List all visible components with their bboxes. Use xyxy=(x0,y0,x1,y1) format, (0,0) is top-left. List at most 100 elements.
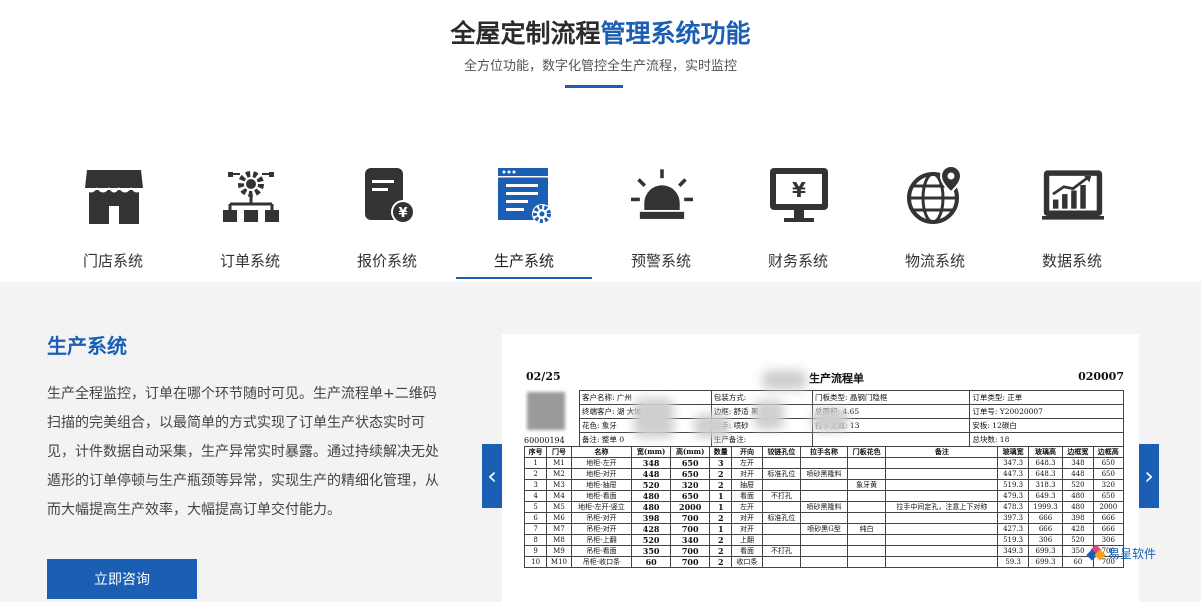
table-cell: M7 xyxy=(546,523,572,535)
table-cell xyxy=(885,468,999,480)
table-cell: 看面 xyxy=(731,490,763,502)
table-cell: 480 xyxy=(1062,490,1094,502)
table-cell: 649.3 xyxy=(1027,490,1064,502)
table-cell: 700 xyxy=(670,556,711,568)
table-cell: 左开 xyxy=(731,457,763,469)
tab-alarm[interactable]: 预警系统 xyxy=(593,160,729,280)
tab-production[interactable]: 生产系统 xyxy=(456,160,592,280)
column-header: 边框高 xyxy=(1092,446,1125,458)
table-cell xyxy=(800,512,848,524)
section-title: 生产系统 xyxy=(47,334,127,358)
table-cell: 520 xyxy=(631,534,672,546)
table-cell xyxy=(846,534,887,546)
tab-label: 预警系统 xyxy=(630,252,691,270)
table-cell: 666 xyxy=(1092,523,1125,535)
column-header: 序号 xyxy=(523,446,548,458)
tab-label: 报价系统 xyxy=(356,252,417,270)
table-cell: M8 xyxy=(546,534,572,546)
table-cell: 地柜-看面 xyxy=(570,490,633,502)
table-cell: 5 xyxy=(523,501,548,513)
table-cell: 398 xyxy=(631,512,672,524)
table-cell xyxy=(846,468,887,480)
table-cell: 标准孔位 xyxy=(761,512,802,524)
table-cell: 左开 xyxy=(731,501,763,513)
production-sheet: 02/25 生产流程单 020007 60000194 客户名称: 广州 包装方… xyxy=(523,370,1125,568)
table-cell: 480 xyxy=(631,501,672,513)
table-cell: 320 xyxy=(1092,479,1125,491)
table-row: 5 M5 地柜-左开-竖立 480 2000 1 左开 喷砂黑隆料 拉手中间定孔，注意上下对称 4… xyxy=(523,501,1125,513)
title-main: 全屋定制流程 xyxy=(450,19,601,48)
table-cell: 2000 xyxy=(670,501,711,513)
column-header: 玻璃高 xyxy=(1027,446,1064,458)
table-cell: 480 xyxy=(1062,501,1094,513)
svg-text:¥: ¥ xyxy=(792,178,806,202)
tab-logistics[interactable]: 物流系统 xyxy=(867,160,1003,280)
table-cell xyxy=(885,490,999,502)
tab-finance[interactable]: ¥ 财务系统 xyxy=(730,160,866,280)
table-cell: 上翻 xyxy=(731,534,763,546)
column-header: 玻璃宽 xyxy=(997,446,1029,458)
table-cell: 2 xyxy=(709,556,733,568)
brand-watermark: 易呈软件 xyxy=(1086,543,1156,562)
table-cell: 9 xyxy=(523,545,548,557)
table-cell: 10 xyxy=(523,556,548,568)
table-cell: 397.3 xyxy=(997,512,1029,524)
table-cell: 2000 xyxy=(1092,501,1125,513)
table-row: 8 M8 吊柜-上翻 520 340 2 上翻 519.3 306 520 306 xyxy=(523,534,1125,546)
table-cell: 306 xyxy=(1027,534,1064,546)
tab-order[interactable]: 订单系统 xyxy=(182,160,318,280)
table-cell xyxy=(846,490,887,502)
table-cell: 2 xyxy=(523,468,548,480)
data-chart-icon xyxy=(1042,160,1104,230)
table-row: 9 M9 吊柜-看面 350 700 2 看面 不打孔 349.3 699.3 350 700 xyxy=(523,545,1125,557)
alarm-light-icon xyxy=(631,160,693,230)
table-cell: 448 xyxy=(1062,468,1094,480)
consult-button[interactable]: 立即咨询 xyxy=(47,559,197,599)
table-cell: 吊柜-对开 xyxy=(570,512,633,524)
column-header: 拉手名称 xyxy=(800,446,848,458)
tab-store[interactable]: 门店系统 xyxy=(45,160,181,280)
table-cell: 700 xyxy=(670,523,711,535)
table-cell: M6 xyxy=(546,512,572,524)
table-cell xyxy=(761,523,802,535)
table-cell xyxy=(800,545,848,557)
table-cell xyxy=(846,545,887,557)
column-header: 门号 xyxy=(546,446,572,458)
table-row: 6 M6 吊柜-对开 398 700 2 对开 标准孔位 397.3 666 398 666 xyxy=(523,512,1125,524)
table-cell xyxy=(761,457,802,469)
table-cell xyxy=(761,479,802,491)
table-cell: 650 xyxy=(1092,468,1125,480)
table-cell: 520 xyxy=(1062,479,1094,491)
table-cell: 1 xyxy=(523,457,548,469)
quote-document-icon: ¥ xyxy=(357,160,419,230)
table-cell xyxy=(800,534,848,546)
table-cell xyxy=(885,556,999,568)
table-cell: 吊柜-上翻 xyxy=(570,534,633,546)
svg-text:¥: ¥ xyxy=(398,206,407,221)
table-cell: 8 xyxy=(523,534,548,546)
title-accent: 管理系统功能 xyxy=(600,19,751,48)
slider-next-button[interactable]: › xyxy=(1139,444,1159,508)
table-cell: 60 xyxy=(631,556,672,568)
table-cell: 340 xyxy=(670,534,711,546)
table-cell: 428 xyxy=(631,523,672,535)
tab-data[interactable]: 数据系统 xyxy=(1004,160,1140,280)
table-cell: 520 xyxy=(631,479,672,491)
table-cell: 520 xyxy=(1062,534,1094,546)
table-row: 4 M4 地柜-看面 480 650 1 看面 不打孔 479.3 649.3 480 650 xyxy=(523,490,1125,502)
privacy-blur xyxy=(754,400,784,430)
tab-label: 财务系统 xyxy=(767,252,828,270)
table-cell xyxy=(885,512,999,524)
table-cell: M5 xyxy=(546,501,572,513)
table-cell: 收口条 xyxy=(731,556,763,568)
tab-quote[interactable]: ¥ 报价系统 xyxy=(319,160,455,280)
tab-label: 数据系统 xyxy=(1041,252,1102,270)
info-cell: 安板: 12碳白 xyxy=(969,418,1124,433)
brand-logo-icon xyxy=(1086,543,1106,562)
table-cell: 320 xyxy=(670,479,711,491)
table-cell: 地柜-抽屉 xyxy=(570,479,633,491)
table-cell: 对开 xyxy=(731,512,763,524)
table-header-row: 序号 门号 名称 宽(mm) 高(mm) 数量 开向 铰链孔位 拉手名称 门板花色 备注 玻璃宽 玻璃高… xyxy=(523,446,1125,458)
slider-prev-button[interactable]: ‹ xyxy=(482,444,502,508)
table-cell: 700 xyxy=(670,512,711,524)
